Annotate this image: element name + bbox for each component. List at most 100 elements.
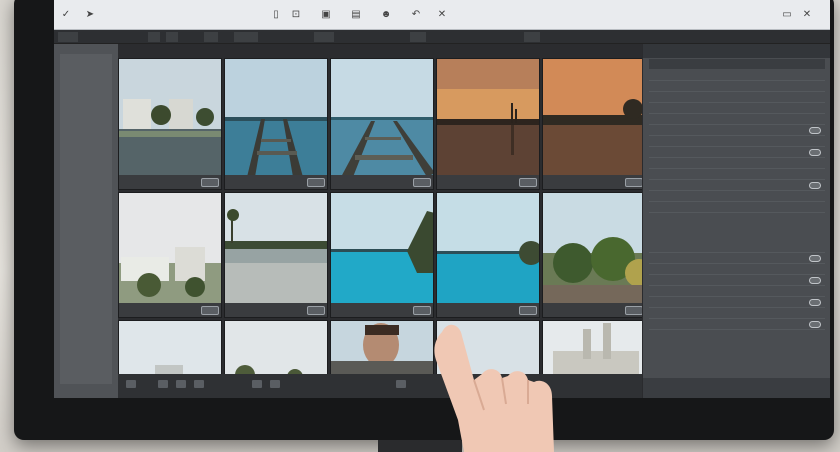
panel-row[interactable]	[649, 264, 825, 275]
photo-caption	[437, 303, 539, 317]
image-icon[interactable]: ▤	[350, 9, 362, 21]
photo-thumbnail	[331, 193, 433, 305]
photo-tile[interactable]	[542, 58, 646, 190]
photo-tile[interactable]	[118, 58, 222, 190]
photo-badge	[307, 178, 325, 187]
photo-caption	[331, 175, 433, 189]
panel-row[interactable]	[649, 158, 825, 169]
panel-row[interactable]	[649, 81, 825, 92]
toolbar-button[interactable]	[410, 32, 426, 42]
photo-caption	[437, 175, 539, 189]
monitor-stand	[378, 440, 462, 452]
bottom-button[interactable]	[270, 380, 280, 388]
share-icon[interactable]: ➤	[84, 9, 96, 21]
photo-caption	[543, 175, 645, 189]
bottom-button[interactable]	[252, 380, 262, 388]
undo-icon[interactable]: ↶	[410, 9, 422, 21]
toggle-switch[interactable]	[809, 277, 821, 284]
photo-thumbnail	[437, 59, 539, 177]
toolbar-button[interactable]	[148, 32, 160, 42]
panel-row[interactable]	[649, 169, 825, 180]
person-icon[interactable]: ☻	[380, 9, 392, 21]
photo-badge	[413, 178, 431, 187]
toolbar-button[interactable]	[58, 32, 78, 42]
panel-row[interactable]	[649, 253, 825, 264]
panel-row[interactable]	[649, 297, 825, 308]
panel-row[interactable]	[649, 103, 825, 114]
photo-caption	[119, 175, 221, 189]
toggle-switch[interactable]	[809, 182, 821, 189]
panel-row[interactable]	[649, 147, 825, 158]
photo-thumbnail	[331, 321, 433, 379]
photo-tile[interactable]	[330, 192, 434, 318]
panel-row[interactable]	[649, 92, 825, 103]
photo-badge	[519, 178, 537, 187]
photo-thumbnail	[119, 193, 221, 305]
photo-badge	[625, 306, 643, 315]
toolbar-button[interactable]	[314, 32, 334, 42]
toggle-switch[interactable]	[809, 299, 821, 306]
panel-row[interactable]	[649, 70, 825, 81]
close-icon[interactable]: ✕	[436, 9, 448, 21]
left-sidebar	[54, 44, 118, 398]
photo-tile[interactable]	[542, 192, 646, 318]
top-toolbar: ✓ ➤ ▯ ⊡ ▣ ▤ ☻ ↶ ✕ ▭ ✕	[54, 0, 830, 30]
back-icon[interactable]: ✓	[60, 9, 72, 21]
bottom-button[interactable]	[126, 380, 136, 388]
bottom-button[interactable]	[396, 380, 406, 388]
folder-icon[interactable]: ▯	[270, 9, 282, 21]
photo-tile[interactable]	[330, 58, 434, 190]
photo-thumbnail	[225, 59, 327, 177]
photo-caption	[331, 303, 433, 317]
photo-tile[interactable]	[436, 58, 540, 190]
window-min-icon[interactable]: ▭	[782, 9, 792, 21]
photo-tile[interactable]	[224, 320, 328, 380]
photo-tile[interactable]	[224, 58, 328, 190]
photo-thumbnail	[225, 321, 327, 379]
photo-thumbnail	[119, 321, 221, 379]
panel-row[interactable]	[649, 136, 825, 147]
photo-badge	[201, 306, 219, 315]
secondary-toolbar	[54, 30, 830, 44]
toolbar-button[interactable]	[524, 32, 540, 42]
bottom-button[interactable]	[176, 380, 186, 388]
panel-row[interactable]	[649, 180, 825, 191]
photo-thumbnail	[543, 193, 645, 305]
panel-row[interactable]	[649, 114, 825, 125]
toggle-switch[interactable]	[809, 127, 821, 134]
panel-search-field[interactable]	[649, 59, 825, 69]
toggle-switch[interactable]	[809, 321, 821, 328]
photo-thumbnail	[119, 59, 221, 177]
layout-icon[interactable]: ▣	[320, 9, 332, 21]
panel-row[interactable]	[649, 125, 825, 136]
bottom-button[interactable]	[194, 380, 204, 388]
panel-row[interactable]	[649, 308, 825, 319]
photo-tile[interactable]	[224, 192, 328, 318]
panel-row[interactable]	[649, 202, 825, 213]
panel-row[interactable]	[649, 191, 825, 202]
photo-tile[interactable]	[330, 320, 434, 380]
panel-footer	[643, 378, 830, 398]
bottom-button[interactable]	[158, 380, 168, 388]
toggle-switch[interactable]	[809, 149, 821, 156]
photo-thumbnail	[543, 59, 645, 177]
toolbar-button[interactable]	[166, 32, 178, 42]
photo-badge	[519, 306, 537, 315]
photo-tile[interactable]	[118, 320, 222, 380]
photo-badge	[201, 178, 219, 187]
toolbar-button[interactable]	[234, 32, 258, 42]
properties-panel	[642, 44, 830, 398]
toggle-switch[interactable]	[809, 255, 821, 262]
photo-tile[interactable]	[118, 192, 222, 318]
photo-caption	[225, 175, 327, 189]
photo-tile[interactable]	[436, 192, 540, 318]
crop-icon[interactable]: ⊡	[290, 9, 302, 21]
window-close-icon[interactable]: ✕	[802, 9, 812, 21]
photo-thumbnail	[331, 59, 433, 177]
toolbar-button[interactable]	[204, 32, 218, 42]
panel-row[interactable]	[649, 319, 825, 330]
photo-thumbnail	[437, 193, 539, 305]
panel-row[interactable]	[649, 275, 825, 286]
panel-row[interactable]	[649, 242, 825, 253]
panel-row[interactable]	[649, 286, 825, 297]
